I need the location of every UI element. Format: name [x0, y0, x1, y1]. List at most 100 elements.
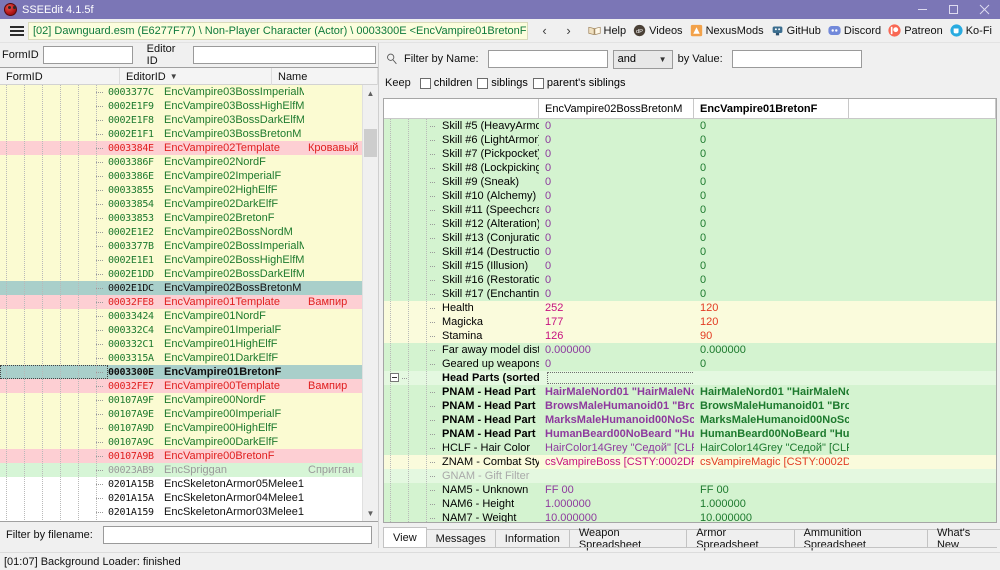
table-row[interactable]: 0003386E EncVampire02ImperialF	[0, 169, 362, 183]
left-scrollbar[interactable]: ▲ ▼	[362, 85, 378, 521]
grid-row[interactable]: PNAM - Head Part MarksMaleHumanoid00NoSca…	[384, 413, 996, 427]
grid-row[interactable]: Stamina 126 90	[384, 329, 996, 343]
back-button[interactable]: ‹	[534, 21, 556, 41]
grid-cell-col1[interactable]: 10.000000	[539, 512, 694, 522]
grid-cell-col2[interactable]: FF 00	[694, 484, 849, 496]
grid-row[interactable]: NAM6 - Height 1.000000 1.000000	[384, 497, 996, 511]
grid-cell-col1[interactable]: FF 00	[539, 484, 694, 496]
grid-cell-col2[interactable]: MarksMaleHumanoid00NoScar...	[694, 414, 849, 426]
link-help[interactable]: Help	[586, 24, 629, 37]
grid-cell-col2[interactable]: 120	[694, 316, 849, 328]
table-row[interactable]: 00107A9D EncVampire00HighElfF	[0, 421, 362, 435]
maximize-icon[interactable]	[938, 0, 969, 19]
grid-row[interactable]: Skill #17 (Enchanting) 0 0	[384, 287, 996, 301]
grid-cell-col2[interactable]: 0	[694, 358, 849, 370]
grid-cell-col1[interactable]: MarksMaleHumanoid00NoScar "...	[539, 414, 694, 426]
table-row[interactable]: 0002E1DC EncVampire02BossBretonM	[0, 281, 362, 295]
grid-cell-col1[interactable]: HumanBeard00NoBeard "Huma...	[539, 428, 694, 440]
table-row[interactable]: 0003300E EncVampire01BretonF	[0, 365, 362, 379]
scroll-thumb[interactable]	[364, 129, 377, 157]
table-row[interactable]: 00107A9B EncVampire00BretonF	[0, 449, 362, 463]
grid-row[interactable]: Skill #14 (Destruction) 0 0	[384, 245, 996, 259]
grid-cell-col1[interactable]: 252	[539, 302, 694, 314]
grid-cell-col1[interactable]: 0	[539, 148, 694, 160]
grid-cell-col2[interactable]: 0.000000	[694, 344, 849, 356]
table-row[interactable]: 000332C4 EncVampire01ImperialF	[0, 323, 362, 337]
link-kofi[interactable]: Ko-Fi	[948, 24, 994, 37]
table-row[interactable]: 00032FE8 EncVampire01Template Вампир	[0, 295, 362, 309]
grid-row[interactable]: Skill #16 (Restoration)00	[384, 273, 996, 287]
table-row[interactable]: 0003384E EncVampire02Template Кровавый вам…	[0, 141, 362, 155]
editorid-input[interactable]	[193, 46, 376, 64]
scroll-up-arrow[interactable]: ▲	[363, 85, 378, 101]
table-row[interactable]: 00032FE7 EncVampire00Template Вампир	[0, 379, 362, 393]
grid-cell-col1[interactable]: 0	[539, 232, 694, 244]
table-row[interactable]: 0002E1E1 EncVampire02BossHighElfM	[0, 253, 362, 267]
grid-cell-col1[interactable]: 0	[539, 162, 694, 174]
bottom-tabs[interactable]: View Messages Information Weapon Spreadshee…	[383, 527, 1000, 551]
grid-row[interactable]: Skill #15 (Illusion) 0 0	[384, 259, 996, 273]
column-header-name[interactable]: Name	[272, 68, 378, 85]
grid-cell-col1[interactable]: 0	[539, 204, 694, 216]
table-row[interactable]: 00033853 EncVampire02BretonF	[0, 211, 362, 225]
forward-button[interactable]: ›	[558, 21, 580, 41]
link-videos[interactable]: dP Videos	[631, 24, 684, 37]
grid-cell-col2[interactable]: BrowsMaleHumanoid01 "Brow...	[694, 400, 849, 412]
grid-cell-col2[interactable]: 0	[694, 218, 849, 230]
comparison-grid-rows[interactable]: Skill #5 (HeavyArmor) 0 0 Skill #6 (LightAr…	[384, 119, 996, 522]
grid-row[interactable]: Skill #11 (Speechcraft)00	[384, 203, 996, 217]
grid-cell-col2[interactable]: 1.000000	[694, 498, 849, 510]
table-row[interactable]: 0201A15A EncSkeletonArmor04Melee1H00	[0, 491, 362, 505]
grid-row[interactable]: Far away model distance0.0000000.000000	[384, 343, 996, 357]
grid-cell-col1[interactable]: 0.000000	[539, 344, 694, 356]
grid-cell-col2[interactable]: 0	[694, 190, 849, 202]
filter-operator-select[interactable]: and ▼	[612, 49, 673, 69]
table-row[interactable]: 0201A159 EncSkeletonArmor03Melee1H00	[0, 505, 362, 519]
grid-row[interactable]: Skill #12 (Alteration) 0 0	[384, 217, 996, 231]
table-row[interactable]: 0003377C EncVampire03BossImperialM	[0, 85, 362, 99]
grid-cell-col1[interactable]	[539, 372, 694, 384]
grid-cell-col1[interactable]: 0	[539, 288, 694, 300]
grid-column-header-1[interactable]: EncVampire02BossBretonM	[539, 99, 694, 119]
grid-cell-col2[interactable]: 0	[694, 260, 849, 272]
tab-what-s-new[interactable]: What's New	[926, 527, 1000, 551]
grid-row[interactable]: PNAM - Head PartHumanBeard00NoBeard "Hum…	[384, 427, 996, 441]
grid-row[interactable]: Skill #10 (Alchemy) 0 0	[384, 189, 996, 203]
grid-row[interactable]: Skill #9 (Sneak) 0 0	[384, 175, 996, 189]
grid-cell-col2[interactable]: 0	[694, 134, 849, 146]
grid-cell-col2[interactable]: 0	[694, 148, 849, 160]
tab-information[interactable]: Information	[494, 529, 570, 547]
column-header-formid[interactable]: FormID	[0, 68, 120, 85]
grid-row[interactable]: NAM5 - Unknown FF 00 FF 00	[384, 483, 996, 497]
grid-row[interactable]: GNAM - Gift Filter	[384, 469, 996, 483]
grid-cell-col2[interactable]: HairMaleNord01 "HairMaleNor...	[694, 386, 849, 398]
grid-cell-col1[interactable]: 0	[539, 246, 694, 258]
link-discord[interactable]: Discord	[826, 24, 883, 37]
grid-cell-col1[interactable]: csVampireBoss [CSTY:0002DFB6]	[539, 456, 694, 468]
filter-value-input[interactable]	[731, 50, 862, 68]
grid-cell-col2[interactable]: 120	[694, 302, 849, 314]
table-row[interactable]: 0002E1F8 EncVampire03BossDarkElfM	[0, 113, 362, 127]
table-row[interactable]: 0201A15B EncSkeletonArmor05Melee1H00	[0, 477, 362, 491]
grid-row[interactable]: NAM7 - Weight 10.000000 10.000000	[384, 511, 996, 522]
hamburger-menu-icon[interactable]	[2, 25, 28, 36]
grid-cell-col1[interactable]: 126	[539, 330, 694, 342]
table-row[interactable]: 0002E1F9 EncVampire03BossHighElfM	[0, 99, 362, 113]
table-row[interactable]: 00023AB9 EncSpriggan Спригган	[0, 463, 362, 477]
inline-edit-cell[interactable]	[547, 372, 694, 384]
table-row[interactable]: 00107A9C EncVampire00DarkElfF	[0, 435, 362, 449]
tab-ammunition-spreadsheet[interactable]: Ammunition Spreadsheet	[793, 527, 928, 551]
grid-row[interactable]: Skill #5 (HeavyArmor) 0 0	[384, 119, 996, 133]
grid-row[interactable]: HCLF - Hair Color HairColor14Grey "Седой"…	[384, 441, 996, 455]
grid-column-header-0[interactable]	[384, 99, 539, 119]
formid-input[interactable]	[42, 46, 133, 64]
grid-column-header-3[interactable]	[849, 99, 996, 119]
table-row[interactable]: 0003315A EncVampire01DarkElfF	[0, 351, 362, 365]
grid-cell-col1[interactable]: HairMaleNord01 "HairMaleNord...	[539, 386, 694, 398]
grid-row[interactable]: Skill #13 (Conjuration)00	[384, 231, 996, 245]
grid-row[interactable]: Head Parts (sorted)	[384, 371, 996, 385]
grid-cell-col2[interactable]: 0	[694, 246, 849, 258]
grid-cell-col1[interactable]: 0	[539, 176, 694, 188]
collapse-expander-icon[interactable]	[390, 373, 399, 382]
grid-row[interactable]: Health 252 120	[384, 301, 996, 315]
